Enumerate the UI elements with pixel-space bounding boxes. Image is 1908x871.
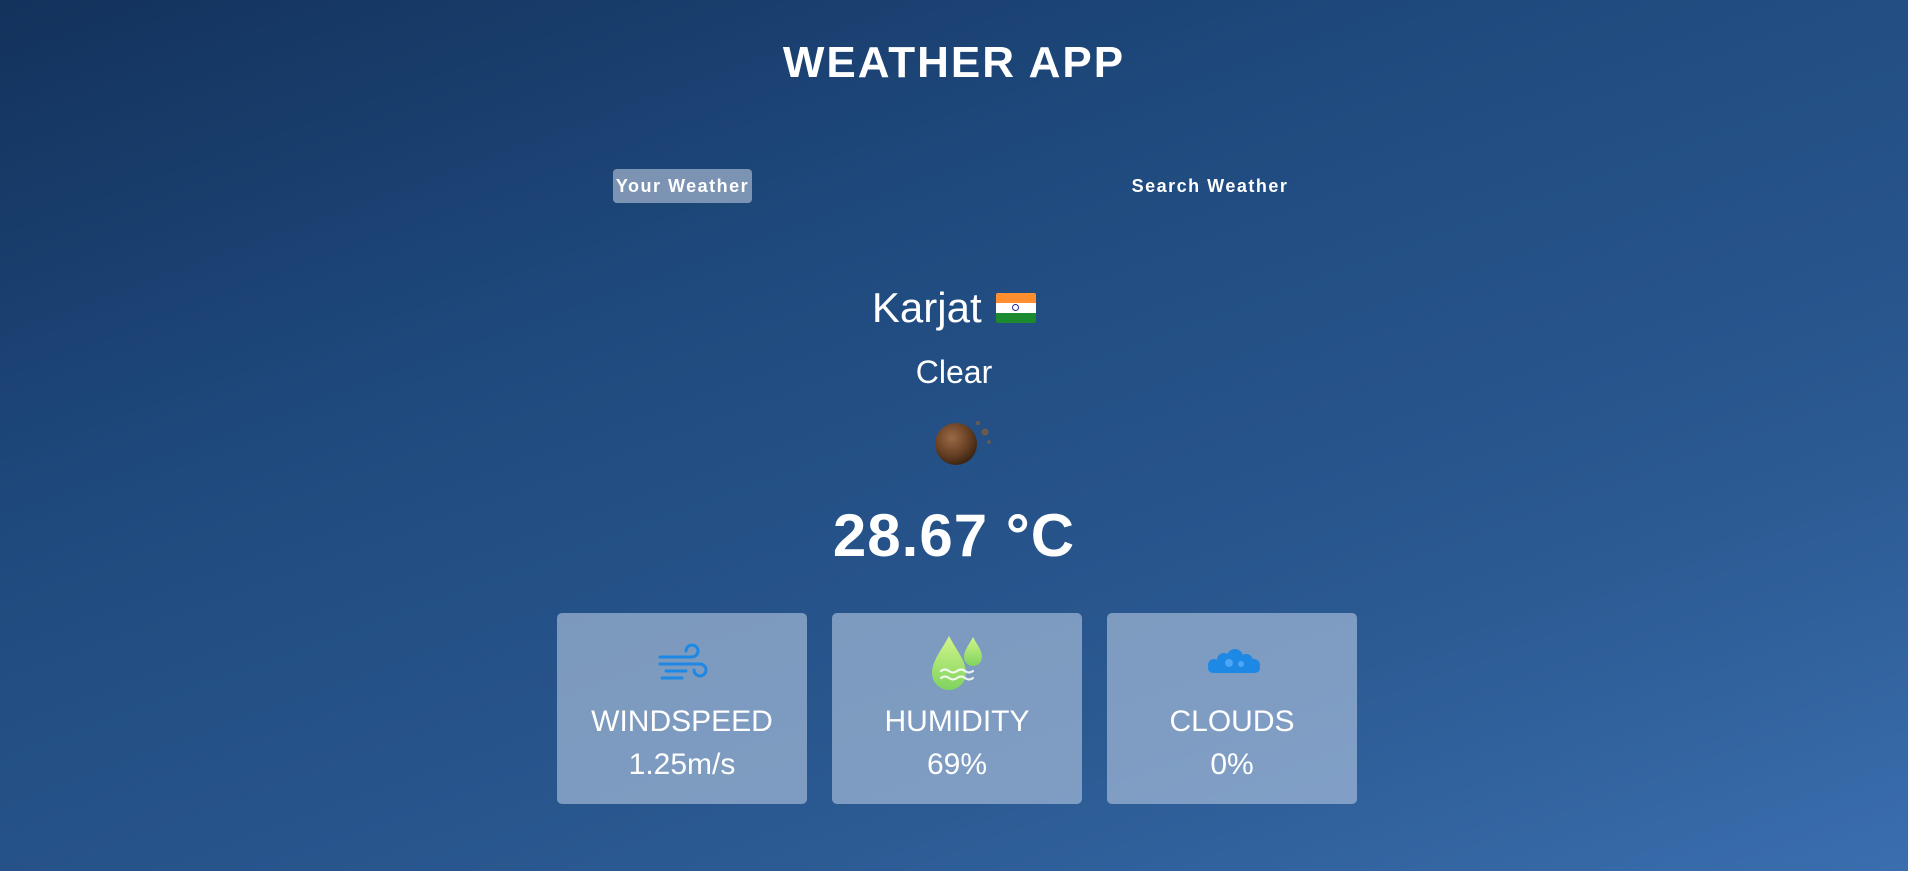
windspeed-card: WINDSPEED 1.25m/s <box>557 613 807 804</box>
humidity-value: 69% <box>926 748 988 781</box>
wind-icon <box>652 633 712 693</box>
humidity-drops-icon <box>927 633 987 693</box>
temperature-value: 28.67 °C <box>832 502 1076 569</box>
clouds-label: CLOUDS <box>1169 705 1295 738</box>
location-row: Karjat <box>0 280 1908 336</box>
clouds-icon <box>1202 633 1262 693</box>
india-flag-icon <box>996 293 1037 323</box>
app-title: WEATHER APP <box>782 38 1126 87</box>
windspeed-label: WINDSPEED <box>591 705 773 738</box>
clouds-value: 0% <box>1210 748 1254 781</box>
weather-condition: Clear <box>915 354 993 390</box>
windspeed-value: 1.25m/s <box>628 748 736 781</box>
clouds-card: CLOUDS 0% <box>1107 613 1357 804</box>
tab-search-weather[interactable]: Search Weather <box>1120 169 1300 203</box>
humidity-label: HUMIDITY <box>884 705 1030 738</box>
clear-night-moon-icon <box>928 415 998 471</box>
tab-your-weather[interactable]: Your Weather <box>613 169 752 203</box>
city-name: Karjat <box>871 284 982 331</box>
humidity-card: HUMIDITY 69% <box>832 613 1082 804</box>
